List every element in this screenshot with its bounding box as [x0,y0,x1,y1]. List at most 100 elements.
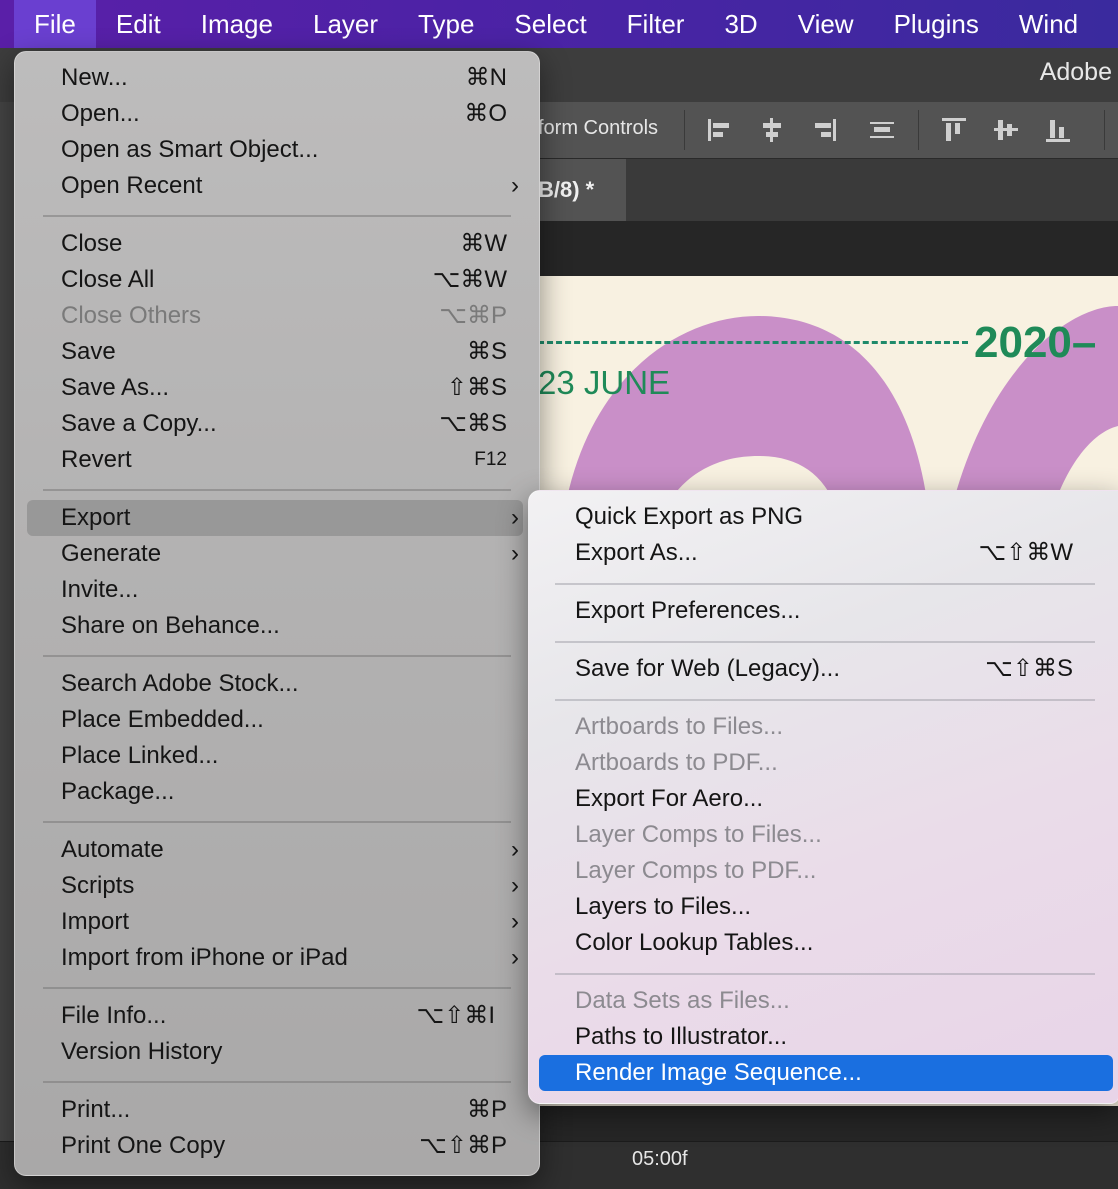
menu-item-share-behance[interactable]: Share on Behance... [27,608,523,644]
transform-controls-label[interactable]: form Controls [538,117,658,140]
menu-item-label: Artboards to PDF... [575,749,778,776]
menu-3d[interactable]: 3D [704,0,777,48]
canvas-dashed-line [538,341,968,344]
align-middle-icon[interactable] [992,116,1020,144]
menu-item-label: Data Sets as Files... [575,987,790,1014]
menu-item-quick-export-png[interactable]: Quick Export as PNG [539,499,1113,535]
menu-item-label: Close [61,230,123,257]
menu-image[interactable]: Image [181,0,293,48]
menu-layer[interactable]: Layer [293,0,398,48]
menu-item-label: Import [61,908,130,935]
menu-item-package[interactable]: Package... [27,774,523,810]
shortcut-label: ⌥⇧⌘P [419,1132,507,1159]
menu-item-export-as[interactable]: Export As... ⌥⇧⌘W [539,535,1113,571]
menu-item-label: Version History [61,1038,223,1065]
menu-separator [555,641,1095,643]
distribute-icon[interactable] [868,116,896,144]
macos-menu-bar: File Edit Image Layer Type Select Filter… [0,0,1118,48]
menu-item-color-lookup-tables[interactable]: Color Lookup Tables... [539,925,1113,961]
menu-item-automate[interactable]: Automate › [27,832,523,868]
menu-item-export[interactable]: Export › [27,500,523,536]
shortcut-label: ⌥⌘W [432,266,507,293]
menu-item-open[interactable]: Open... ⌘O [27,96,523,132]
shortcut-label: ⌘W [460,230,507,257]
menu-plugins[interactable]: Plugins [874,0,999,48]
shortcut-label: ⌥⌘S [439,410,507,437]
menu-window[interactable]: Wind [999,0,1098,48]
menu-item-export-preferences[interactable]: Export Preferences... [539,593,1113,629]
menu-item-label: Open Recent [61,172,203,199]
menu-item-label: Invite... [61,576,139,603]
menu-item-layer-comps-to-files: Layer Comps to Files... [539,817,1113,853]
menu-item-save-for-web[interactable]: Save for Web (Legacy)... ⌥⇧⌘S [539,651,1113,687]
menu-filter[interactable]: Filter [607,0,705,48]
menu-item-label: Open as Smart Object... [61,136,319,163]
menu-item-label: Share on Behance... [61,612,280,639]
shortcut-label: ⌘O [464,100,507,127]
menu-item-label: Export For Aero... [575,785,764,812]
align-right-icon[interactable] [810,116,838,144]
menu-item-open-recent[interactable]: Open Recent › [27,168,523,204]
menu-item-version-history[interactable]: Version History [27,1034,523,1070]
menu-item-print[interactable]: Print... ⌘P [27,1092,523,1128]
menu-item-save[interactable]: Save ⌘S [27,334,523,370]
document-tab[interactable]: B/8) * [526,159,626,221]
menu-edit[interactable]: Edit [96,0,181,48]
align-center-icon[interactable] [758,116,786,144]
menu-item-label: Export [61,504,131,531]
menu-item-file-info[interactable]: File Info... ⌥⇧⌘I [27,998,523,1034]
menu-type[interactable]: Type [398,0,494,48]
menu-item-close[interactable]: Close ⌘W [27,226,523,262]
menu-item-scripts[interactable]: Scripts › [27,868,523,904]
align-left-icon[interactable] [706,116,734,144]
menu-select[interactable]: Select [494,0,606,48]
menu-separator [555,583,1095,585]
menu-item-save-a-copy[interactable]: Save a Copy... ⌥⌘S [27,406,523,442]
chevron-right-icon: › [511,944,519,971]
menu-item-label: Automate [61,836,164,863]
canvas-date-text: 23 JUNE [538,364,671,401]
options-separator [918,110,919,150]
menu-item-search-adobe-stock[interactable]: Search Adobe Stock... [27,666,523,702]
menu-item-label: Save a Copy... [61,410,217,437]
shortcut-label: ⌘N [465,64,507,91]
menu-item-export-for-aero[interactable]: Export For Aero... [539,781,1113,817]
menu-item-layers-to-files[interactable]: Layers to Files... [539,889,1113,925]
menu-item-new[interactable]: New... ⌘N [27,60,523,96]
menu-item-label: Color Lookup Tables... [575,929,814,956]
menu-item-place-embedded[interactable]: Place Embedded... [27,702,523,738]
menu-item-import-iphone[interactable]: Import from iPhone or iPad › [27,940,523,976]
menu-item-close-all[interactable]: Close All ⌥⌘W [27,262,523,298]
menu-separator [43,489,511,491]
menu-item-invite[interactable]: Invite... [27,572,523,608]
menu-item-render-image-sequence[interactable]: Render Image Sequence... [539,1055,1113,1091]
menu-item-save-as[interactable]: Save As... ⇧⌘S [27,370,523,406]
align-bottom-icon[interactable] [1044,116,1072,144]
menu-item-print-one-copy[interactable]: Print One Copy ⌥⇧⌘P [27,1128,523,1164]
menu-separator [43,655,511,657]
menu-item-label: Scripts [61,872,135,899]
menu-item-label: Quick Export as PNG [575,503,804,530]
shortcut-label: ⌥⇧⌘W [978,539,1073,566]
menu-item-generate[interactable]: Generate › [27,536,523,572]
menu-item-label: Search Adobe Stock... [61,670,299,697]
menu-item-label: Print One Copy [61,1132,226,1159]
menu-file[interactable]: File [14,0,96,48]
menu-item-import[interactable]: Import › [27,904,523,940]
menu-item-label: Save [61,338,116,365]
menu-item-close-others: Close Others ⌥⌘P [27,298,523,334]
menu-item-label: Save As... [61,374,170,401]
align-top-icon[interactable] [940,116,968,144]
menu-view[interactable]: View [778,0,874,48]
menu-item-place-linked[interactable]: Place Linked... [27,738,523,774]
chevron-right-icon: › [511,908,519,935]
menu-item-label: Revert [61,446,132,473]
menu-item-label: Place Embedded... [61,706,264,733]
menu-item-paths-to-illustrator[interactable]: Paths to Illustrator... [539,1019,1113,1055]
menu-item-label: Render Image Sequence... [575,1059,862,1086]
shortcut-label: ⇧⌘S [446,374,507,401]
menu-item-label: Export As... [575,539,698,566]
menu-item-open-smart-object[interactable]: Open as Smart Object... [27,132,523,168]
menu-item-revert[interactable]: Revert F12 [27,442,523,478]
chevron-right-icon: › [511,172,519,199]
